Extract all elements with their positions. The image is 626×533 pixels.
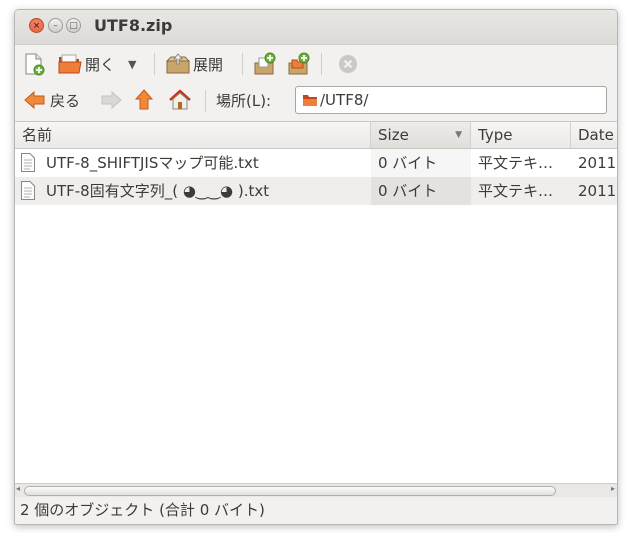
- scrollbar-thumb[interactable]: [24, 486, 556, 496]
- toolbar-separator: [321, 53, 322, 75]
- home-button[interactable]: [167, 85, 193, 115]
- forward-arrow-icon: [101, 90, 122, 110]
- file-name-cell: UTF-8_SHIFTJISマップ可能.txt: [46, 154, 259, 172]
- file-type-cell: 平文テキ…: [478, 182, 554, 200]
- minimize-window-button[interactable]: –: [48, 18, 63, 33]
- text-file-icon: [21, 153, 35, 172]
- close-window-button[interactable]: ×: [29, 18, 44, 33]
- file-list-header: 名前 Size ▼ Type Date: [15, 122, 617, 149]
- new-archive-button[interactable]: [23, 49, 45, 79]
- toolbar: 開く ▼ 展開: [15, 45, 617, 83]
- location-label: 場所(L):: [216, 91, 272, 110]
- status-bar: 2 個のオブジェクト (合計 0 バイト): [20, 501, 265, 519]
- extract-icon: [165, 53, 191, 74]
- back-button[interactable]: 戻る: [23, 85, 80, 115]
- up-arrow-icon: [134, 89, 154, 110]
- open-dropdown-chevron-icon[interactable]: ▼: [128, 49, 136, 79]
- up-button[interactable]: [133, 85, 155, 115]
- text-file-icon: [21, 181, 35, 200]
- file-date-cell: 2011: [578, 182, 617, 200]
- column-header-date[interactable]: Date: [571, 122, 617, 148]
- sort-indicator-icon: ▼: [455, 130, 462, 140]
- scroll-right-icon[interactable]: ▸: [611, 484, 615, 493]
- archive-manager-window: × – □ UTF8.zip 開く ▼ 展開 戻る 場所(L): /UTF8/ …: [14, 9, 618, 525]
- add-files-icon: [254, 52, 276, 75]
- table-row[interactable]: UTF-8固有文字列_( ◕‿‿◕ ).txt 0 バイト 平文テキ… 2011: [15, 177, 617, 205]
- add-files-button[interactable]: [253, 49, 277, 79]
- open-label: 開く: [85, 55, 116, 74]
- file-type-cell: 平文テキ…: [478, 154, 554, 172]
- new-archive-icon: [25, 53, 45, 76]
- file-name-cell: UTF-8固有文字列_( ◕‿‿◕ ).txt: [46, 182, 270, 200]
- back-label: 戻る: [50, 91, 81, 110]
- folder-icon: [303, 95, 317, 106]
- file-size-cell: 0 バイト: [371, 177, 471, 205]
- open-archive-icon: [58, 54, 82, 74]
- column-header-type[interactable]: Type: [471, 122, 571, 148]
- extract-button[interactable]: 展開: [165, 49, 223, 79]
- extract-label: 展開: [193, 55, 224, 74]
- maximize-window-button[interactable]: □: [66, 18, 81, 33]
- open-archive-button[interactable]: 開く: [57, 49, 115, 79]
- file-list[interactable]: 名前 Size ▼ Type Date UTF-8_SHIFTJISマップ可能.…: [15, 121, 617, 490]
- location-bar: 戻る 場所(L): /UTF8/: [15, 83, 617, 119]
- add-folder-button[interactable]: [287, 49, 311, 79]
- scroll-left-icon[interactable]: ◂: [16, 484, 20, 493]
- home-icon: [169, 89, 191, 110]
- location-path-field[interactable]: /UTF8/: [295, 86, 607, 114]
- toolbar-separator: [154, 53, 155, 75]
- stop-button[interactable]: [337, 49, 359, 79]
- title-bar: × – □ UTF8.zip: [15, 10, 617, 45]
- location-path-text: /UTF8/: [320, 91, 369, 109]
- horizontal-scrollbar[interactable]: ◂ ▸: [15, 483, 617, 497]
- forward-button[interactable]: [99, 85, 123, 115]
- column-header-size[interactable]: Size ▼: [371, 122, 471, 148]
- back-arrow-icon: [24, 90, 45, 110]
- file-date-cell: 2011: [578, 154, 617, 172]
- window-title: UTF8.zip: [94, 16, 173, 35]
- stop-icon: [339, 55, 357, 73]
- file-size-cell: 0 バイト: [371, 149, 471, 177]
- add-folder-icon: [288, 52, 310, 75]
- location-separator: [205, 90, 206, 112]
- column-header-size-label: Size: [378, 126, 409, 144]
- toolbar-separator: [242, 53, 243, 75]
- column-header-name[interactable]: 名前: [15, 122, 371, 148]
- table-row[interactable]: UTF-8_SHIFTJISマップ可能.txt 0 バイト 平文テキ… 2011: [15, 149, 617, 177]
